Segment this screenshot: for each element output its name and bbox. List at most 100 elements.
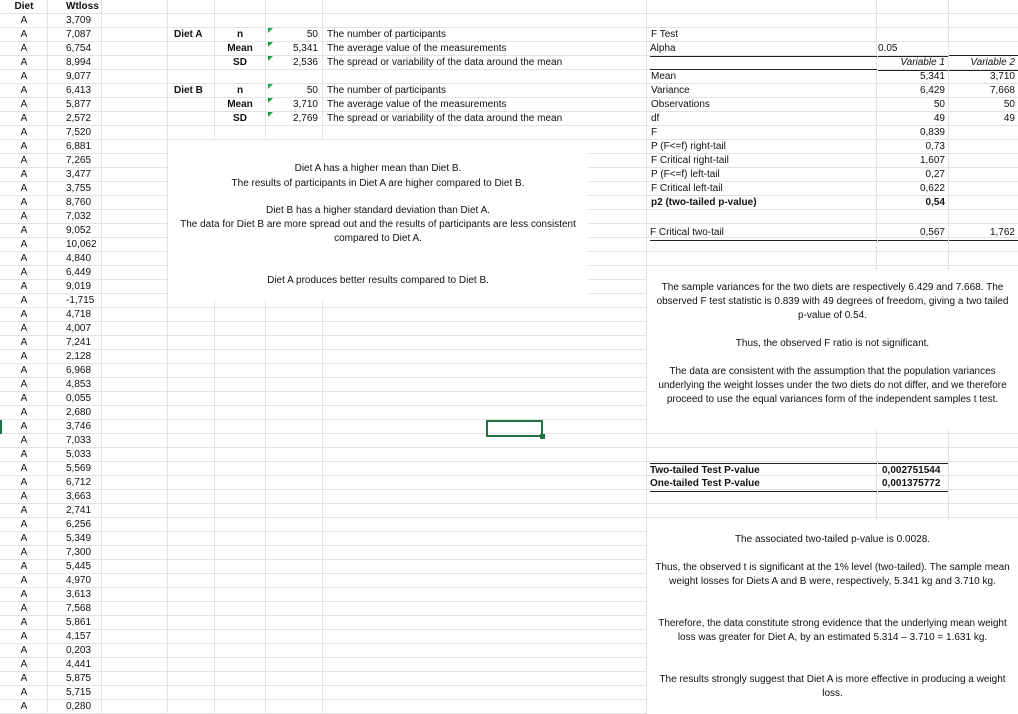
wtloss-cell: 5,445: [66, 561, 92, 572]
ftest-var2-header: Variable 2: [949, 56, 1018, 71]
ttest-para-pvalue: The associated two-tailed p-value is 0.0…: [734, 534, 931, 545]
diet-cell: A: [20, 127, 28, 138]
wtloss-cell: 3,709: [66, 15, 92, 26]
diet-cell: A: [20, 365, 28, 376]
diet-cell: A: [20, 295, 28, 306]
diet-column-header: Diet: [14, 1, 34, 12]
ttest-para-conclusion: The results strongly suggest that Diet A…: [659, 674, 1006, 699]
ftest-row-var2: 7,668: [989, 85, 1015, 96]
wtloss-cell: 5,033: [66, 449, 92, 460]
wtloss-cell: 4,853: [66, 379, 92, 390]
ftest-alpha-value: 0.05: [878, 42, 948, 57]
diet-cell: A: [20, 15, 28, 26]
ftest-row-var1: 49: [933, 113, 945, 124]
diet-cell: A: [20, 85, 28, 96]
wtloss-cell: 0,055: [66, 393, 92, 404]
diet-cell: A: [20, 113, 28, 124]
diet-cell: A: [20, 211, 28, 222]
ftest-row-label: Variance: [651, 85, 690, 96]
diet-cell: A: [20, 169, 28, 180]
wtloss-cell: 4,840: [66, 253, 92, 264]
diet-cell: A: [20, 183, 28, 194]
diet-b-sd-value: 2,769: [292, 113, 318, 124]
diet-a-sd-desc: The spread or variability of the data ar…: [327, 57, 563, 68]
ftest-alpha-label: Alpha: [650, 42, 877, 57]
diet-a-mean-value: 5,341: [292, 43, 318, 54]
ftest-para-not-significant: Thus, the observed F ratio is not signif…: [735, 338, 930, 349]
wtloss-cell: 3,663: [66, 491, 92, 502]
wtloss-cell: 8,760: [66, 197, 92, 208]
wtloss-cell: 0,280: [66, 701, 92, 712]
wtloss-cell: 7,265: [66, 155, 92, 166]
ftest-header-blank: [650, 56, 877, 70]
diet-cell: A: [20, 519, 28, 530]
diet-cell: A: [20, 99, 28, 110]
wtloss-cell: 6,968: [66, 365, 92, 376]
diet-cell: A: [20, 603, 28, 614]
wtloss-cell: 9,052: [66, 225, 92, 236]
diet-cell: A: [20, 561, 28, 572]
diet-cell: A: [20, 533, 28, 544]
wtloss-cell: 5,861: [66, 617, 92, 628]
diet-cell: A: [20, 253, 28, 264]
diet-a-sd-label: SD: [233, 57, 247, 68]
ftest-row-label: P (F<=f) left-tail: [651, 169, 720, 180]
ftest-row-var1: 50: [933, 99, 945, 110]
ttest-interpretation: The associated two-tailed p-value is 0.0…: [647, 520, 1018, 714]
diet-cell: A: [20, 43, 28, 54]
diet-cell: A: [20, 435, 28, 446]
ftest-interpretation: The sample variances for the two diets a…: [647, 270, 1018, 430]
ftest-row-label: P (F<=f) right-tail: [651, 141, 726, 152]
wtloss-cell: 3,746: [66, 421, 92, 432]
wtloss-cell: 5,715: [66, 687, 92, 698]
diet-b-n-label: n: [236, 85, 244, 96]
diet-cell: A: [20, 477, 28, 488]
diet-cell: A: [20, 687, 28, 698]
note-conclusion: Diet A produces better results compared …: [267, 275, 489, 286]
wtloss-cell: 4,970: [66, 575, 92, 586]
wtloss-cell: 3,613: [66, 589, 92, 600]
selected-cell[interactable]: [486, 420, 545, 439]
ftest-alpha-blank: [949, 42, 1018, 56]
wtloss-cell: 7,032: [66, 211, 92, 222]
diet-cell: A: [20, 589, 28, 600]
wtloss-cell: 7,568: [66, 603, 92, 614]
ftest-row-label: Observations: [651, 99, 710, 110]
wtloss-cell: 6,881: [66, 141, 92, 152]
wtloss-cell: 7,033: [66, 435, 92, 446]
wtloss-cell: 5,569: [66, 463, 92, 474]
ftest-row-label: df: [651, 113, 660, 124]
wtloss-cell: 9,019: [66, 281, 92, 292]
diet-b-n-desc: The number of participants: [327, 85, 446, 96]
diet-a-mean-desc: The average value of the measurements: [327, 43, 507, 54]
ftest-row-var1: 1,607: [919, 155, 945, 166]
wtloss-cell: 7,087: [66, 29, 92, 40]
diet-cell: A: [20, 617, 28, 628]
ttest-two-tailed-value: 0,002751544: [878, 463, 948, 478]
wtloss-cell: 4,718: [66, 309, 92, 320]
diet-a-n-label: n: [236, 29, 244, 40]
diet-cell: A: [20, 239, 28, 250]
wtloss-cell: 9,077: [66, 71, 92, 82]
ftest-var1-header: Variable 1: [878, 56, 948, 71]
notes-textbox: Diet A has a higher mean than Diet B. Th…: [168, 140, 588, 300]
ftest-row-label: p2 (two-tailed p-value): [651, 197, 757, 208]
diet-cell: A: [20, 701, 28, 712]
diet-cell: A: [20, 267, 28, 278]
ttest-para-significant: Thus, the observed t is significant at t…: [655, 562, 1010, 587]
diet-cell: A: [20, 645, 28, 656]
wtloss-cell: 7,241: [66, 337, 92, 348]
ftest-row-label: Mean: [651, 71, 677, 82]
note-higher-mean: Diet A has a higher mean than Diet B.: [294, 163, 462, 174]
ftest-row-var2: 3,710: [989, 71, 1015, 82]
wtloss-cell: 6,449: [66, 267, 92, 278]
diet-cell: A: [20, 407, 28, 418]
diet-cell: A: [20, 379, 28, 390]
note-higher-sd: Diet B has a higher standard deviation t…: [265, 205, 491, 216]
wtloss-cell: 0,203: [66, 645, 92, 656]
wtloss-cell: 5,877: [66, 99, 92, 110]
wtloss-cell: 7,300: [66, 547, 92, 558]
wtloss-cell: 5,349: [66, 533, 92, 544]
ttest-one-tailed-label: One-tailed Test P-value: [650, 477, 877, 492]
diet-a-n-value: 50: [306, 29, 318, 40]
